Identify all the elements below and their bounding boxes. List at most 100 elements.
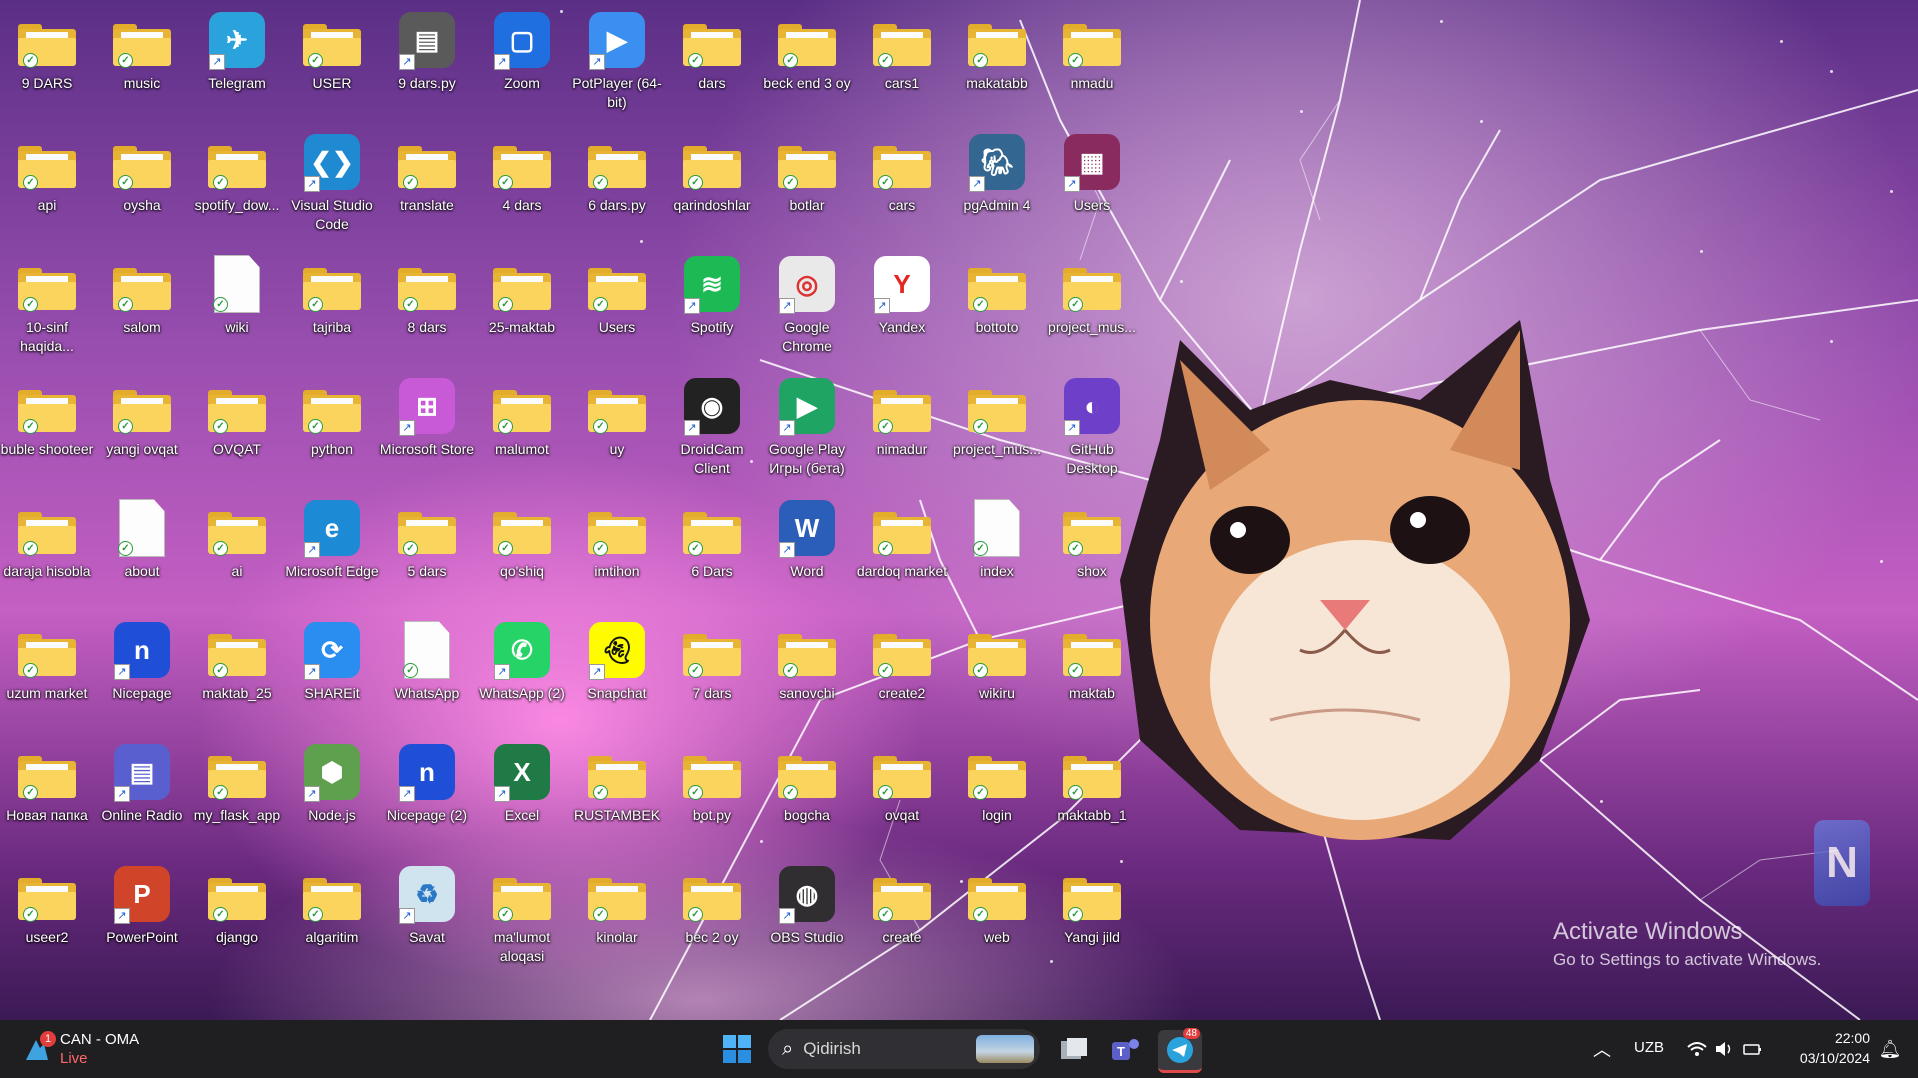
desktop-icon-новая-папка[interactable]: ✓ Новая папка [2, 740, 92, 825]
desktop-icon-savat[interactable]: ♻ ↗ Savat [382, 862, 472, 947]
desktop-icon-nimadur[interactable]: ✓ nimadur [857, 374, 947, 459]
taskbar-search-box[interactable]: ⌕ Qidirish [768, 1029, 1040, 1069]
desktop-icon-login[interactable]: ✓ login [952, 740, 1042, 825]
wifi-icon[interactable] [1686, 1037, 1708, 1061]
desktop-icon-bec-2-oy[interactable]: ✓ bec 2 oy [667, 862, 757, 947]
desktop-icon-ovqat[interactable]: ✓ ovqat [857, 740, 947, 825]
desktop-icon-ai[interactable]: ✓ ai [192, 496, 282, 581]
desktop-icon-web[interactable]: ✓ web [952, 862, 1042, 947]
desktop-icon-create[interactable]: ✓ create [857, 862, 947, 947]
show-hidden-icons-button[interactable]: ︿ [1590, 1038, 1614, 1060]
desktop-icon-maktabb-1[interactable]: ✓ maktabb_1 [1047, 740, 1137, 825]
clock[interactable]: 22:00 03/10/2024 [1780, 1028, 1870, 1068]
desktop-icon-whatsapp-2[interactable]: ✆ ↗ WhatsApp (2) [477, 618, 567, 703]
desktop-icon-nmadu[interactable]: ✓ nmadu [1047, 8, 1137, 93]
desktop-icon-algaritim[interactable]: ✓ algaritim [287, 862, 377, 947]
desktop-icon-potplayer-64-bit[interactable]: ▶ ↗ PotPlayer (64-bit) [572, 8, 662, 112]
start-button[interactable] [720, 1032, 754, 1066]
desktop-icon-daraja-hisobla[interactable]: ✓ daraja hisobla [2, 496, 92, 581]
desktop-icon-user[interactable]: ✓ USER [287, 8, 377, 93]
desktop-icon-cars1[interactable]: ✓ cars1 [857, 8, 947, 93]
desktop-icon-imtihon[interactable]: ✓ imtihon [572, 496, 662, 581]
desktop-icon-online-radio[interactable]: ▤ ↗ Online Radio [97, 740, 187, 825]
desktop-icon-nicepage-2[interactable]: n ↗ Nicepage (2) [382, 740, 472, 825]
desktop-icon-6-dars-py[interactable]: ✓ 6 dars.py [572, 130, 662, 215]
desktop-icon-telegram[interactable]: ✈ ↗ Telegram [192, 8, 282, 93]
desktop-icon-powerpoint[interactable]: P ↗ PowerPoint [97, 862, 187, 947]
desktop-icon-malumot[interactable]: ✓ malumot [477, 374, 567, 459]
desktop-icon-botlar[interactable]: ✓ botlar [762, 130, 852, 215]
desktop-icon-9-dars-py[interactable]: ▤ ↗ 9 dars.py [382, 8, 472, 93]
desktop-icon-cars[interactable]: ✓ cars [857, 130, 947, 215]
teams-taskbar-button[interactable]: T [1104, 1030, 1148, 1070]
desktop-icon-sanovchi[interactable]: ✓ sanovchi [762, 618, 852, 703]
desktop-icon-nicepage[interactable]: n ↗ Nicepage [97, 618, 187, 703]
desktop-icon-create2[interactable]: ✓ create2 [857, 618, 947, 703]
desktop-icon-node-js[interactable]: ⬢ ↗ Node.js [287, 740, 377, 825]
desktop-icon-ovqat[interactable]: ✓ OVQAT [192, 374, 282, 459]
desktop-icon-snapchat[interactable]: 👻︎ ↗ Snapchat [572, 618, 662, 703]
desktop-icon-bottoto[interactable]: ✓ bottoto [952, 252, 1042, 337]
desktop-icon-excel[interactable]: X ↗ Excel [477, 740, 567, 825]
desktop-icon-my-flask-app[interactable]: ✓ my_flask_app [192, 740, 282, 825]
task-view-button[interactable] [1052, 1030, 1096, 1070]
desktop-icon-useer2[interactable]: ✓ useer2 [2, 862, 92, 947]
desktop-icon-index[interactable]: ✓ index [952, 496, 1042, 581]
desktop-icon-yangi-ovqat[interactable]: ✓ yangi ovqat [97, 374, 187, 459]
desktop-icon-shox[interactable]: ✓ shox [1047, 496, 1137, 581]
weather-widget[interactable]: 1 CAN - OMA Live [22, 1028, 139, 1070]
desktop-icon-10-sinf-haqida[interactable]: ✓ 10-sinf haqida... [2, 252, 92, 356]
volume-icon[interactable] [1714, 1037, 1736, 1061]
desktop-icon-tajriba[interactable]: ✓ tajriba [287, 252, 377, 337]
desktop-icon-obs-studio[interactable]: ◍ ↗ OBS Studio [762, 862, 852, 947]
desktop-icon-dars[interactable]: ✓ dars [667, 8, 757, 93]
desktop-icon-makatabb[interactable]: ✓ makatabb [952, 8, 1042, 93]
desktop-icon-spotify[interactable]: ≋ ↗ Spotify [667, 252, 757, 337]
desktop-icon-droidcam-client[interactable]: ◉ ↗ DroidCam Client [667, 374, 757, 478]
desktop-icon-project-mus[interactable]: ✓ project_mus... [952, 374, 1042, 459]
desktop-icon-word[interactable]: W ↗ Word [762, 496, 852, 581]
desktop-icon-translate[interactable]: ✓ translate [382, 130, 472, 215]
notification-center-button[interactable]: 🔔︎ [1878, 1037, 1902, 1061]
desktop-icon-django[interactable]: ✓ django [192, 862, 282, 947]
desktop-icon-wiki[interactable]: ✓ wiki [192, 252, 282, 337]
nicepage-widget-icon[interactable]: N [1814, 820, 1870, 906]
desktop-icon-oysha[interactable]: ✓ oysha [97, 130, 187, 215]
desktop-icon-beck-end-3-oy[interactable]: ✓ beck end 3 oy [762, 8, 852, 93]
desktop-icon-users[interactable]: ✓ Users [572, 252, 662, 337]
desktop-icon-uzum-market[interactable]: ✓ uzum market [2, 618, 92, 703]
desktop-icon-music[interactable]: ✓ music [97, 8, 187, 93]
desktop-icon-8-dars[interactable]: ✓ 8 dars [382, 252, 472, 337]
desktop-icon-salom[interactable]: ✓ salom [97, 252, 187, 337]
desktop-icon-ma-lumot-aloqasi[interactable]: ✓ ma'lumot aloqasi [477, 862, 567, 966]
desktop-icon-bogcha[interactable]: ✓ bogcha [762, 740, 852, 825]
battery-icon[interactable] [1742, 1037, 1764, 1061]
language-indicator[interactable]: UZB [1634, 1039, 1664, 1056]
desktop-icon-buble-shooteer[interactable]: ✓ buble shooteer [1, 374, 93, 459]
desktop-icon-visual-studio-code[interactable]: ❮❯ ↗ Visual Studio Code [287, 130, 377, 234]
desktop-icon-whatsapp[interactable]: ✓ WhatsApp [382, 618, 472, 703]
desktop-icon-microsoft-edge[interactable]: e ↗ Microsoft Edge [285, 496, 379, 581]
desktop-icon-zoom[interactable]: ▢ ↗ Zoom [477, 8, 567, 93]
desktop-icon-shareit[interactable]: ⟳ ↗ SHAREit [287, 618, 377, 703]
telegram-taskbar-button[interactable]: 48 [1158, 1028, 1202, 1073]
desktop-icon-qo-shiq[interactable]: ✓ qo'shiq [477, 496, 567, 581]
desktop-icon-google-chrome[interactable]: ◎ ↗ Google Chrome [762, 252, 852, 356]
desktop-icon-python[interactable]: ✓ python [287, 374, 377, 459]
desktop-icon-25-maktab[interactable]: ✓ 25-maktab [477, 252, 567, 337]
desktop-icon-microsoft-store[interactable]: ⊞ ↗ Microsoft Store [380, 374, 474, 459]
desktop-icon-kinolar[interactable]: ✓ kinolar [572, 862, 662, 947]
desktop-icon-qarindoshlar[interactable]: ✓ qarindoshlar [667, 130, 757, 215]
desktop-icon-wikiru[interactable]: ✓ wikiru [952, 618, 1042, 703]
desktop-icon-5-dars[interactable]: ✓ 5 dars [382, 496, 472, 581]
desktop-icon-maktab[interactable]: ✓ maktab [1047, 618, 1137, 703]
desktop-icon-rustambek[interactable]: ✓ RUSTAMBEK [572, 740, 662, 825]
desktop-icon-bot-py[interactable]: ✓ bot.py [667, 740, 757, 825]
desktop-icon-users[interactable]: ▦ ↗ Users [1047, 130, 1137, 215]
desktop-icon-dardoq-market[interactable]: ✓ dardoq market [857, 496, 947, 581]
desktop-icon-spotify-dow[interactable]: ✓ spotify_dow... [192, 130, 282, 215]
desktop-icon-api[interactable]: ✓ api [2, 130, 92, 215]
desktop-icon-6-dars[interactable]: ✓ 6 Dars [667, 496, 757, 581]
desktop-icon-yangi-jild[interactable]: ✓ Yangi jild [1047, 862, 1137, 947]
desktop-icon-maktab-25[interactable]: ✓ maktab_25 [192, 618, 282, 703]
